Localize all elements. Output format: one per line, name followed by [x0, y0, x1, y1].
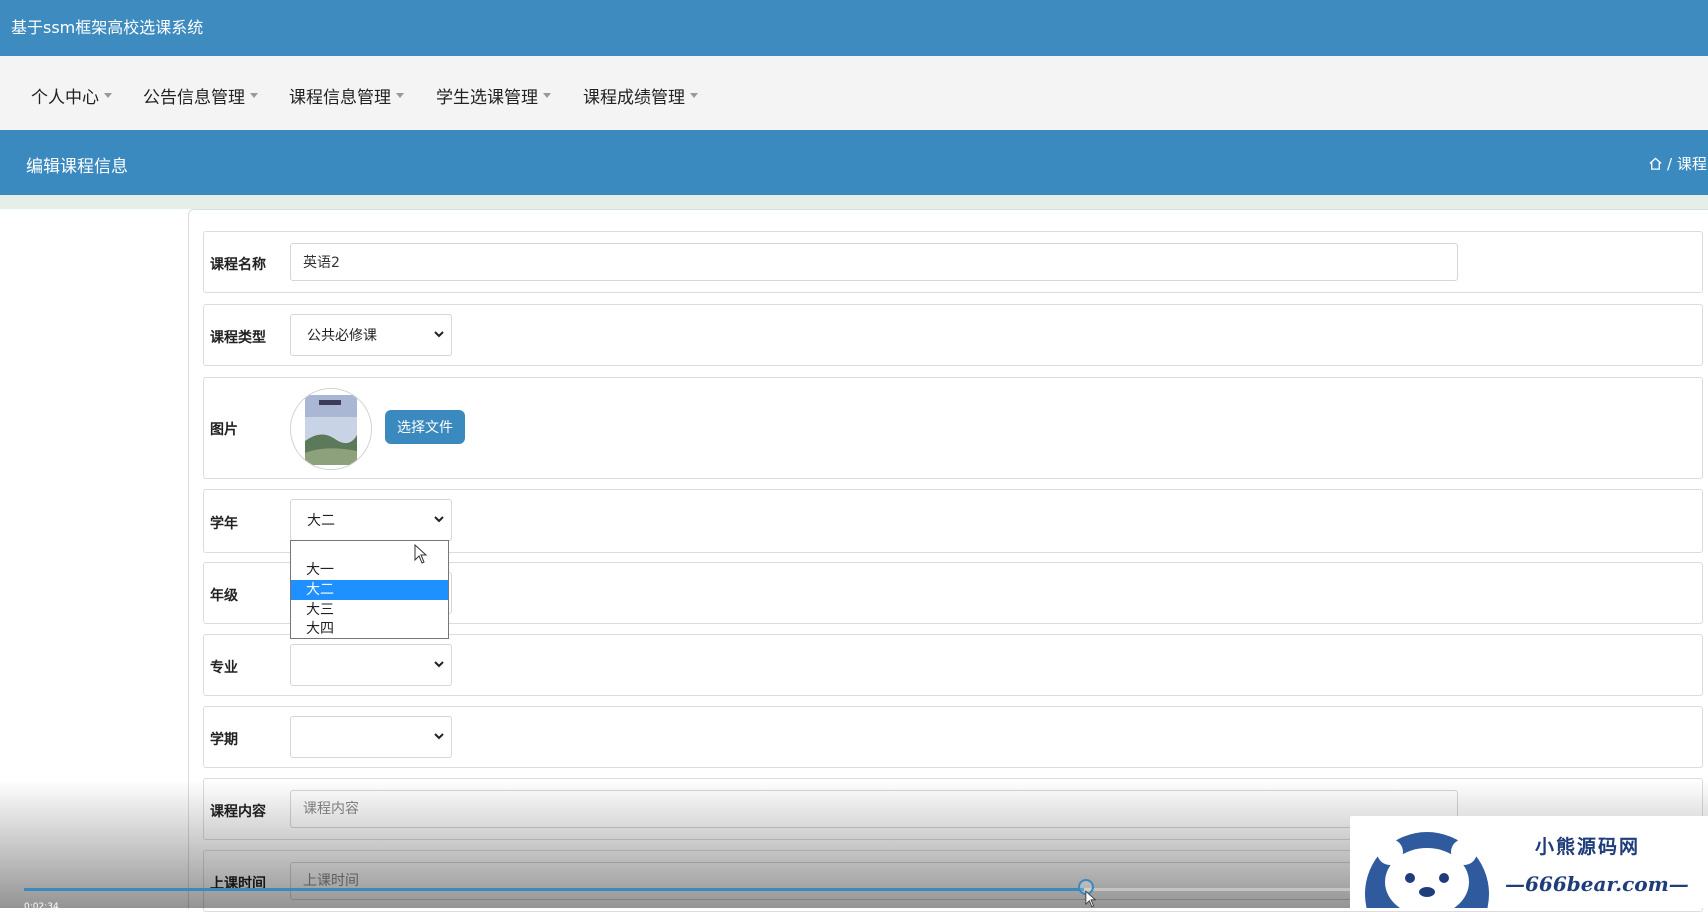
caret-down-icon: [690, 93, 698, 98]
content-input[interactable]: [290, 790, 1458, 828]
chevron-down-icon: [434, 331, 444, 338]
watermark-title: 小熊源码网: [1535, 836, 1641, 858]
menu-item-course-grades[interactable]: 课程成绩管理: [583, 83, 698, 108]
mouse-cursor-icon: [1085, 890, 1097, 908]
form-row-course-type: 课程类型 公共必修课: [203, 304, 1703, 366]
chevron-down-icon: [434, 516, 444, 523]
course-type-select[interactable]: 公共必修课: [290, 314, 452, 356]
class-time-input[interactable]: [290, 862, 1458, 900]
main-menu: 个人中心 公告信息管理 课程信息管理 学生选课管理 课程成绩管理: [0, 56, 1708, 131]
school-year-select[interactable]: 大二: [290, 499, 452, 541]
school-year-value: 大二: [307, 513, 335, 529]
menu-item-personal-center[interactable]: 个人中心: [31, 83, 112, 108]
watermark-badge: 小熊源码网 —666bear.com—: [1350, 816, 1708, 908]
video-progress-played[interactable]: [24, 888, 1084, 891]
menu-item-announcement[interactable]: 公告信息管理: [143, 83, 258, 108]
school-year-option[interactable]: 大三: [291, 600, 448, 620]
page-header: 编辑课程信息 / 课程: [0, 130, 1708, 195]
choose-file-button[interactable]: 选择文件: [385, 410, 465, 444]
video-progress-remaining[interactable]: [1084, 888, 1352, 891]
mouse-cursor-icon: [414, 544, 428, 564]
menu-item-label: 学生选课管理: [436, 88, 538, 108]
menu-item-label: 个人中心: [31, 88, 99, 108]
breadcrumb-text[interactable]: / 课程: [1667, 153, 1707, 174]
form-row-major: 专业: [203, 634, 1703, 696]
bear-logo-icon: [1365, 832, 1489, 908]
menu-item-label: 公告信息管理: [143, 88, 245, 108]
form-row-course-name: 课程名称: [203, 231, 1703, 293]
major-label: 专业: [210, 660, 238, 676]
school-year-option[interactable]: 大四: [291, 619, 448, 639]
form-row-semester: 学期: [203, 706, 1703, 768]
caret-down-icon: [543, 93, 551, 98]
chevron-down-icon: [434, 661, 444, 668]
caret-down-icon: [396, 93, 404, 98]
menu-item-label: 课程信息管理: [289, 88, 391, 108]
video-timecode: 0:02:34: [24, 902, 59, 912]
menu-item-label: 课程成绩管理: [583, 88, 685, 108]
course-name-input[interactable]: [290, 243, 1458, 281]
page-title: 编辑课程信息: [26, 157, 128, 177]
course-name-label: 课程名称: [210, 257, 266, 273]
menu-item-course-selection[interactable]: 学生选课管理: [436, 83, 551, 108]
chevron-down-icon: [434, 733, 444, 740]
book-cover-image: [291, 389, 371, 469]
caret-down-icon: [104, 93, 112, 98]
school-year-option-selected[interactable]: 大二: [291, 580, 448, 600]
menu-item-course-info[interactable]: 课程信息管理: [289, 83, 404, 108]
home-icon[interactable]: [1648, 156, 1663, 171]
grade-label: 年级: [210, 588, 238, 604]
course-type-label: 课程类型: [210, 330, 266, 346]
breadcrumb: / 课程: [1648, 153, 1707, 174]
semester-select[interactable]: [290, 716, 452, 758]
semester-label: 学期: [210, 732, 238, 748]
form-row-image: 图片 选择文件: [203, 377, 1703, 479]
caret-down-icon: [250, 93, 258, 98]
watermark-url: —666bear.com—: [1505, 872, 1689, 896]
school-year-label: 学年: [210, 516, 238, 532]
app-title: 基于ssm框架高校选课系统: [11, 18, 204, 37]
header-stripe: [0, 195, 1708, 209]
content-label: 课程内容: [210, 804, 266, 820]
image-label: 图片: [210, 422, 238, 438]
major-select[interactable]: [290, 644, 452, 686]
course-image-thumbnail: [290, 388, 372, 470]
top-bar: 基于ssm框架高校选课系统: [0, 0, 1708, 56]
course-type-value: 公共必修课: [307, 328, 377, 344]
